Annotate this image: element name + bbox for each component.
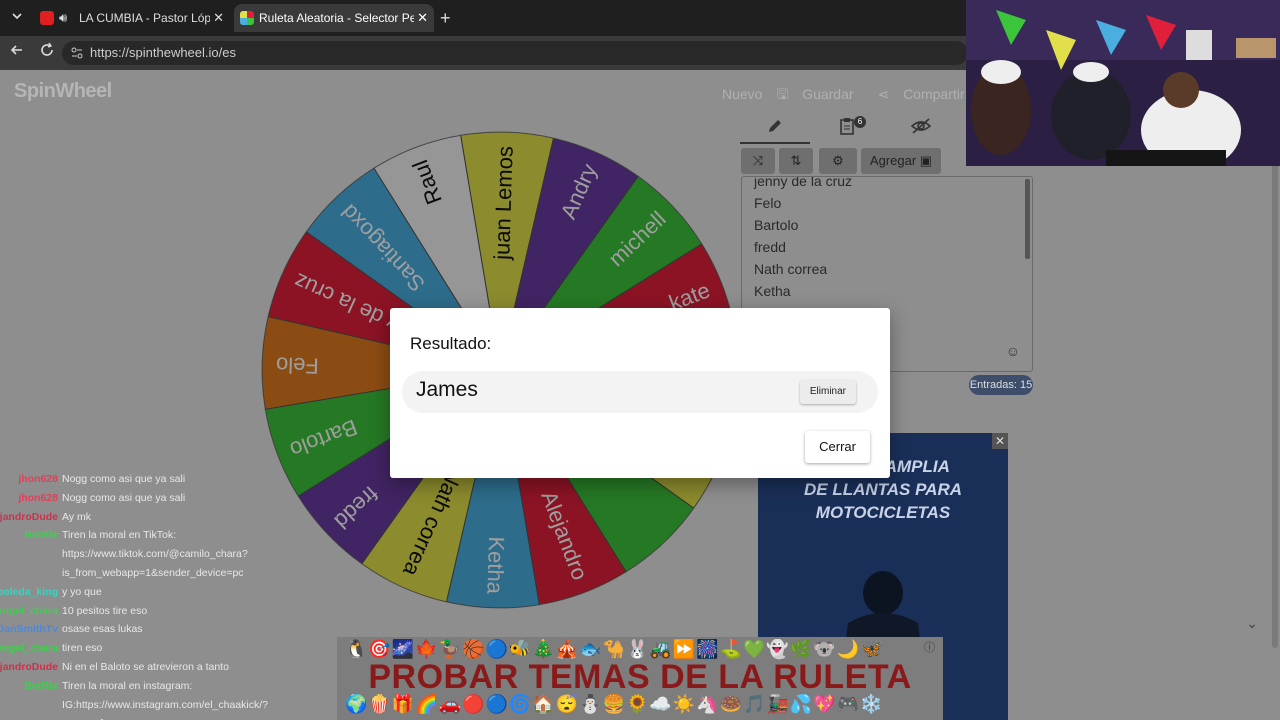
webcam-overlay xyxy=(966,0,1280,166)
banner-emoji-row: 🌍🍿🎁🌈🚗🔴🔵🌀🏠😴⛄🍔🌻☁️☀️🦄🍩🎵🚂💦💖🎮❄️ xyxy=(345,694,884,714)
close-button[interactable]: Cerrar xyxy=(805,431,870,463)
entry-item: Felo xyxy=(754,195,782,211)
chat-username: Aboleda_king xyxy=(0,585,58,598)
chat-text: is_from_webapp=1&sender_device=pc xyxy=(62,567,244,579)
chevron-down-icon xyxy=(12,13,22,20)
eye-off-icon xyxy=(910,118,932,134)
close-tab-icon[interactable]: ✕ xyxy=(213,4,224,32)
chat-username: BotRix xyxy=(24,679,58,692)
chat-text: Ni en el Baloto se atrevieron a tanto xyxy=(62,661,229,673)
shuffle-button[interactable]: ⤨ xyxy=(741,148,775,174)
ad-line: DE LLANTAS PARA xyxy=(803,480,963,499)
chat-text: Nogg como asi que ya sali xyxy=(62,491,186,504)
tab-youtube[interactable]: 🔊︎ LA CUMBIA - Pastor López (Vi ✕ xyxy=(34,4,230,32)
results-badge: 6 xyxy=(854,116,866,128)
entry-item: jenny de la cruz xyxy=(754,176,853,189)
chat-text: __pwa=1 xyxy=(62,714,105,720)
stream-chat-overlay: jhon628 Nogg como asi que ya sali jhon628 N… xyxy=(0,470,340,720)
shuffle-icon: ⤨ xyxy=(752,153,764,168)
sort-button[interactable]: ⇅ xyxy=(779,148,813,174)
chat-text: tiren eso xyxy=(62,642,103,655)
chat-text: IG:https://www.instagram.com/el_chaakick… xyxy=(62,698,268,711)
site-logo[interactable]: SpinWheel xyxy=(14,80,112,103)
tab-list-button[interactable] xyxy=(6,7,28,29)
close-tab-icon[interactable]: ✕ xyxy=(417,4,428,32)
chat-username: angel_chara xyxy=(0,642,58,655)
entry-item: Nath correa xyxy=(754,261,828,277)
site-info-icon[interactable] xyxy=(70,46,84,60)
add-image-button[interactable]: Agregar ▣ xyxy=(861,148,941,174)
entry-item: fredd xyxy=(754,239,786,255)
result-row: James Eliminar xyxy=(402,371,878,413)
back-button[interactable] xyxy=(6,42,28,64)
save-button[interactable]: 🖫︎ Guardar xyxy=(776,86,863,102)
chat-username: jhon628 xyxy=(18,491,58,504)
new-tab-button[interactable]: + xyxy=(440,4,458,32)
share-button[interactable]: ⋖ Compartir xyxy=(877,86,974,102)
reload-icon xyxy=(41,42,53,56)
tab-hide[interactable] xyxy=(886,116,956,144)
chat-username: jhon628 xyxy=(18,473,58,485)
share-label: Compartir xyxy=(903,86,965,102)
chat-username: DanSmithTv xyxy=(0,623,58,636)
youtube-icon xyxy=(40,11,54,25)
close-icon[interactable]: ✕ xyxy=(992,433,1008,449)
tab-spinthewheel[interactable]: Ruleta Aleatoria - Selector Persona ✕ xyxy=(234,4,434,32)
chat-text: 10 pesitos tire eso xyxy=(62,604,148,617)
delete-button[interactable]: Eliminar xyxy=(799,380,856,404)
url-text: https://spinthewheel.io/es xyxy=(90,45,236,60)
entry-item: Bartolo xyxy=(754,217,799,233)
page-scrollbar[interactable] xyxy=(1272,88,1278,648)
share-icon: ⋖ xyxy=(877,86,890,102)
chat-username: angel_chara xyxy=(0,604,58,617)
chat-text: Nogg como asi que ya sali xyxy=(62,473,186,485)
sort-icon: ⇅ xyxy=(790,153,802,168)
chat-username: AlejandroDude xyxy=(0,661,58,673)
result-dialog: Resultado: James Eliminar Cerrar xyxy=(390,308,890,478)
save-label: Guardar xyxy=(802,86,854,102)
tab-title: LA CUMBIA - Pastor López (Vi xyxy=(79,11,210,25)
new-button[interactable]: Nuevo xyxy=(722,86,762,102)
image-icon: ▣ xyxy=(919,153,933,168)
back-arrow-icon xyxy=(10,45,22,55)
chat-text: https://www.tiktok.com/@camilo_chara? xyxy=(62,548,248,561)
banner-title: PROBAR TEMAS DE LA RULETA xyxy=(368,658,912,696)
chevron-down-icon[interactable]: ⌄ xyxy=(1246,615,1258,632)
chat-text: osase esas lukas xyxy=(62,623,143,636)
url-field[interactable]: https://spinthewheel.io/es xyxy=(62,41,968,65)
pencil-icon xyxy=(769,120,781,132)
settings-button[interactable]: ⚙ xyxy=(819,148,857,174)
themes-banner[interactable]: ⓘ 🐧🎯🌌🍁🦆🏀🔵🐝🎄🎪🐟🐪🐰🚜⏩🎆⛳💚👻🌿🐨🌙🦋 PROBAR TEMAS D… xyxy=(337,637,943,720)
entry-item: Ketha xyxy=(754,283,791,299)
chat-text: Ay mk xyxy=(62,510,91,523)
chat-text: Tiren la moral en TikTok: xyxy=(62,529,176,542)
tab-edit[interactable] xyxy=(740,116,810,144)
chat-username: AlejandroDude xyxy=(0,510,58,523)
result-heading: Resultado: xyxy=(410,334,492,353)
reload-button[interactable] xyxy=(36,42,58,64)
speaker-icon[interactable]: 🔊︎ xyxy=(59,4,67,32)
chat-text: Tiren la moral en instagram: xyxy=(62,679,193,692)
chat-username: BotRix xyxy=(24,529,58,542)
chat-text: y yo que xyxy=(62,585,102,598)
spinthewheel-icon xyxy=(240,11,254,25)
save-icon: 🖫︎ xyxy=(776,86,789,102)
panel-tabs: 6 xyxy=(740,116,952,144)
entries-scrollbar[interactable] xyxy=(1025,179,1030,259)
gear-icon: ⚙ xyxy=(832,153,844,168)
add-label: Agregar xyxy=(869,153,917,168)
entries-count-badge: Entradas: 15 xyxy=(969,375,1033,395)
tab-results[interactable]: 6 xyxy=(812,116,882,144)
ad-line: MOTOCICLETAS xyxy=(815,503,951,522)
tab-title: Ruleta Aleatoria - Selector Persona xyxy=(259,11,414,25)
result-name: James xyxy=(416,378,478,401)
emoji-picker-icon[interactable]: ☺ xyxy=(1006,343,1020,359)
